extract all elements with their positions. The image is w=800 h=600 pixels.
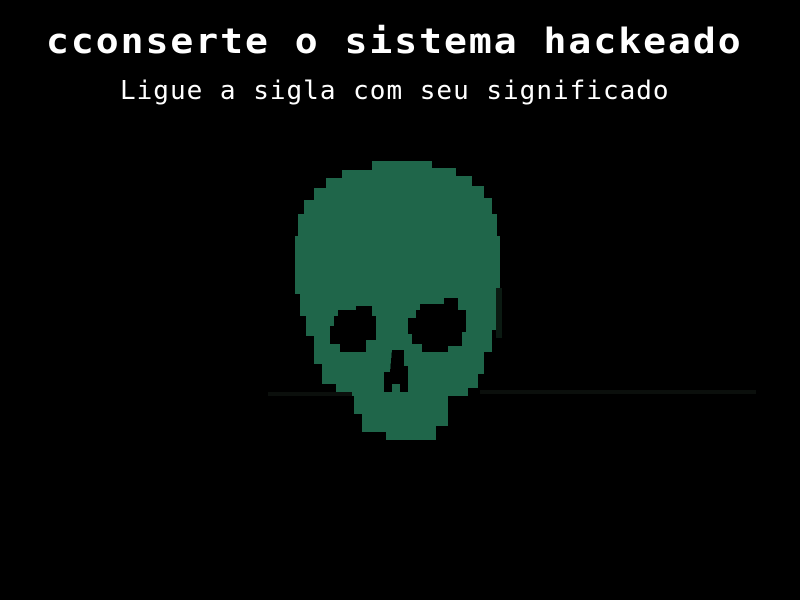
skull-icon	[268, 161, 756, 440]
skull-shadow-right	[480, 390, 756, 394]
skull-shape	[295, 161, 500, 440]
skull-shadow-left	[268, 392, 352, 396]
game-screen: cconserte o sistema hackeado Ligue a sig…	[0, 0, 800, 600]
skull-edge-shadow	[496, 288, 502, 338]
